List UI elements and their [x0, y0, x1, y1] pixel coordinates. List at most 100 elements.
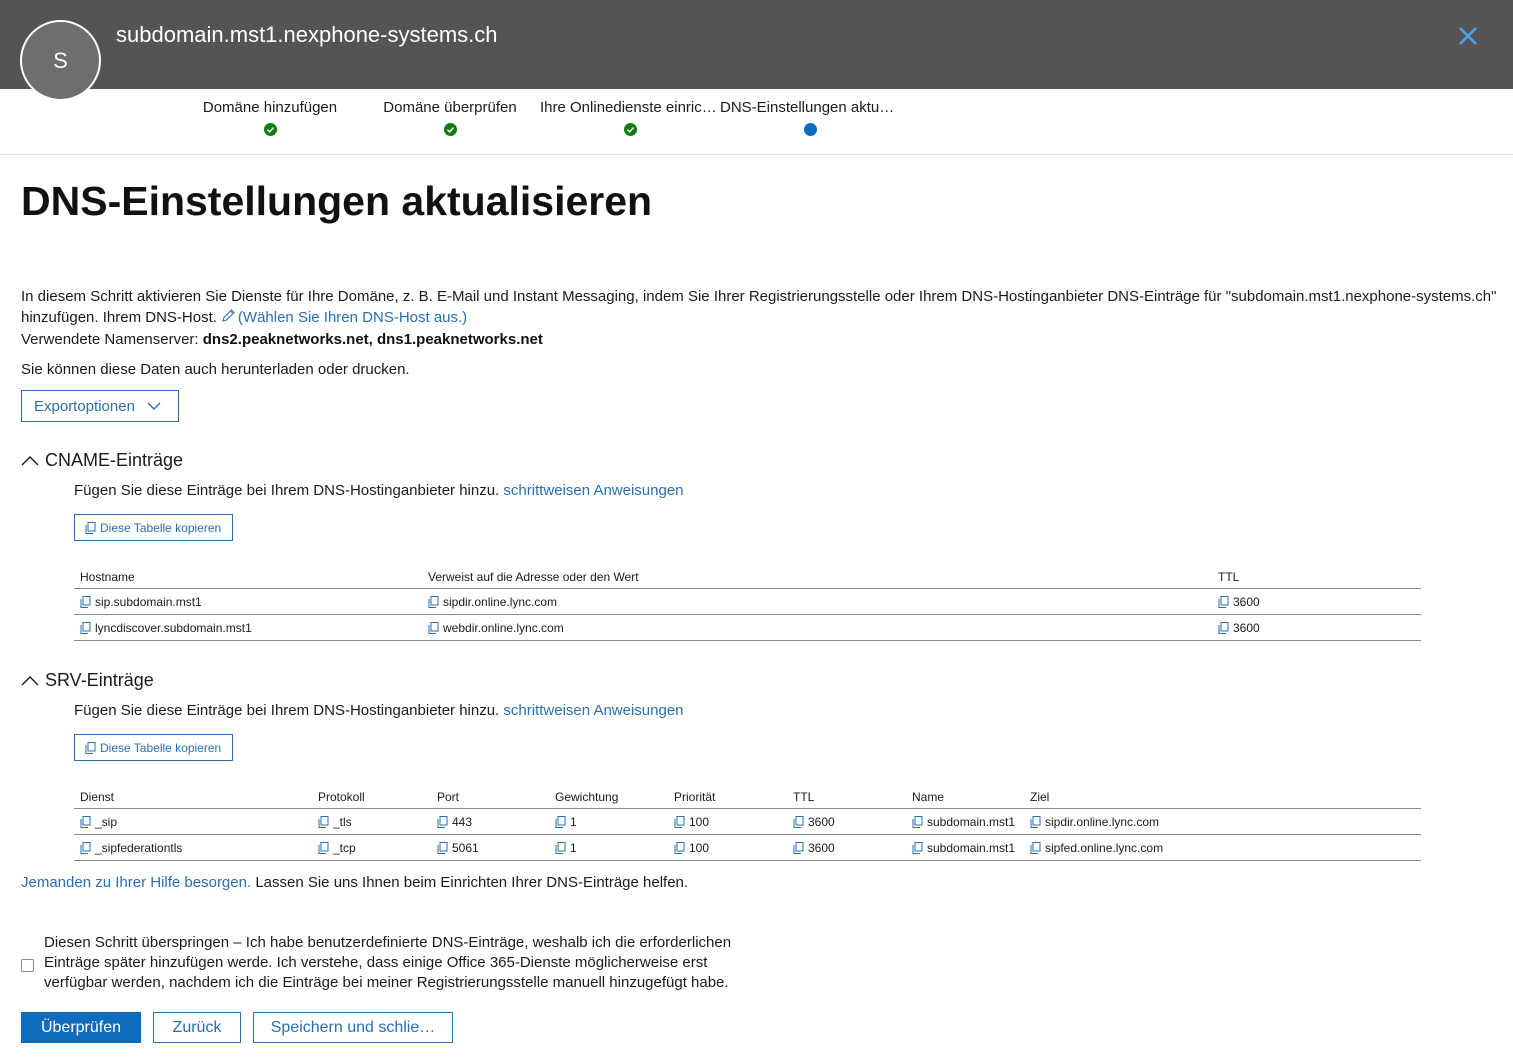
table-cell[interactable]: _tcp [318, 835, 356, 861]
export-options-label: Exportoptionen [34, 397, 135, 415]
copy-icon[interactable] [1218, 596, 1229, 608]
table-cell[interactable]: sipdir.online.lync.com [1030, 809, 1159, 835]
pencil-icon[interactable] [221, 308, 236, 323]
copy-icon[interactable] [912, 842, 923, 854]
export-options-dropdown[interactable]: Exportoptionen [21, 390, 179, 422]
cell-value: 3600 [808, 815, 835, 829]
cname-table: Hostname Verweist auf die Adresse oder d… [74, 562, 1421, 641]
save-close-button[interactable]: Speichern und schlie… [253, 1012, 453, 1043]
verify-button[interactable]: Überprüfen [21, 1012, 141, 1043]
copy-icon[interactable] [80, 596, 91, 608]
srv-copy-table-button[interactable]: Diese Tabelle kopieren [74, 734, 233, 761]
table-row: sip.subdomain.mst1 sipdir.online.lync.co… [74, 589, 1421, 615]
table-cell[interactable]: 100 [674, 835, 709, 861]
cname-instructions-link[interactable]: schrittweisen Anweisungen [503, 482, 683, 499]
table-cell[interactable]: 1 [555, 835, 577, 861]
step-label: DNS-Einstellungen aktualisieren [720, 99, 900, 116]
cell-value: 100 [689, 815, 710, 829]
back-button[interactable]: Zurück [153, 1012, 241, 1043]
copy-icon[interactable] [428, 622, 439, 634]
table-cell[interactable]: 5061 [437, 835, 479, 861]
panel-header: subdomain.mst1.nexphone-systems.ch [0, 0, 1513, 89]
copy-icon[interactable] [912, 816, 923, 828]
cell-value: subdomain.mst1 [927, 815, 1016, 829]
table-cell[interactable]: 443 [437, 809, 472, 835]
skip-step-checkbox[interactable] [21, 959, 34, 972]
srv-section-title: SRV-Einträge [45, 670, 154, 690]
cell-value: 1 [570, 815, 577, 829]
cell-value: 3600 [1233, 621, 1260, 635]
cell-value: sipdir.online.lync.com [1045, 815, 1160, 829]
chevron-up-icon [21, 676, 39, 686]
cname-copy-table-button[interactable]: Diese Tabelle kopieren [74, 514, 233, 541]
copy-table-label: Diese Tabelle kopieren [100, 740, 222, 755]
copy-icon[interactable] [555, 816, 566, 828]
table-cell[interactable]: 100 [674, 809, 709, 835]
cname-section-toggle[interactable]: CNAME-Einträge [21, 450, 183, 471]
chevron-down-icon [147, 402, 161, 410]
column-header: Ziel [1030, 789, 1050, 804]
cname-instruction: Fügen Sie diese Einträge bei Ihrem DNS-H… [74, 482, 684, 499]
copy-icon[interactable] [1030, 842, 1041, 854]
table-header-row: Dienst Protokoll Port Gewichtung Priorit… [74, 782, 1421, 809]
cell-value: _sipfederationtls [95, 841, 183, 855]
table-cell[interactable]: 3600 [793, 809, 835, 835]
copy-icon[interactable] [437, 842, 448, 854]
cell-value: _sip [95, 815, 118, 829]
table-cell[interactable]: lyncdiscover.subdomain.mst1 [80, 615, 252, 641]
cell-value: 5061 [452, 841, 479, 855]
cname-instruction-text: Fügen Sie diese Einträge bei Ihrem DNS-H… [74, 482, 500, 499]
copy-icon[interactable] [437, 816, 448, 828]
get-help-link[interactable]: Jemanden zu Ihrer Hilfe besorgen. [21, 874, 251, 891]
table-cell[interactable]: sipfed.online.lync.com [1030, 835, 1163, 861]
copy-icon[interactable] [80, 622, 91, 634]
copy-icon[interactable] [80, 842, 91, 854]
step-label: Domäne hinzufügen [202, 99, 338, 116]
table-row: _sip _tls 443 1 100 3600 subdomain.mst1 sipdir.… [74, 809, 1421, 835]
nameserver-value: dns2.peaknetworks.net, dns1.peaknetworks… [202, 331, 543, 348]
choose-dns-host-link[interactable]: (Wählen Sie Ihren DNS-Host aus.) [238, 309, 467, 326]
intro-line-1: In diesem Schritt aktivieren Sie Dienste… [21, 288, 1497, 305]
cname-section-title: CNAME-Einträge [45, 450, 184, 470]
copy-icon[interactable] [318, 842, 329, 854]
table-cell[interactable]: _sipfederationtls [80, 835, 182, 861]
copy-icon[interactable] [674, 842, 685, 854]
table-cell[interactable]: 3600 [793, 835, 835, 861]
close-button[interactable] [1454, 22, 1482, 50]
table-cell[interactable]: sipdir.online.lync.com [428, 589, 557, 615]
srv-instructions-link[interactable]: schrittweisen Anweisungen [503, 702, 683, 719]
copy-icon[interactable] [428, 596, 439, 608]
copy-icon[interactable] [318, 816, 329, 828]
step-verify-domain: Domäne überprüfen [360, 99, 540, 136]
cell-value: 443 [452, 815, 473, 829]
column-header: Priorität [674, 789, 716, 804]
table-cell[interactable]: subdomain.mst1 [912, 809, 1015, 835]
column-header: TTL [1218, 569, 1240, 584]
table-cell[interactable]: webdir.online.lync.com [428, 615, 564, 641]
copy-icon [85, 521, 96, 534]
table-cell[interactable]: sip.subdomain.mst1 [80, 589, 202, 615]
copy-icon[interactable] [674, 816, 685, 828]
copy-icon[interactable] [80, 816, 91, 828]
copy-icon[interactable] [1030, 816, 1041, 828]
table-row: _sipfederationtls _tcp 5061 1 100 3600 subdoma… [74, 835, 1421, 861]
close-icon [1459, 27, 1477, 45]
copy-icon[interactable] [1218, 622, 1229, 634]
current-step-dot-icon [803, 123, 817, 136]
table-cell[interactable]: 3600 [1218, 589, 1260, 615]
step-label: Domäne überprüfen [383, 99, 517, 116]
copy-icon[interactable] [555, 842, 566, 854]
table-cell[interactable]: subdomain.mst1 [912, 835, 1015, 861]
column-header: Port [437, 789, 460, 804]
copy-icon[interactable] [793, 842, 804, 854]
table-cell[interactable]: 3600 [1218, 615, 1260, 641]
srv-section-toggle[interactable]: SRV-Einträge [21, 670, 154, 691]
cell-value: 1 [570, 841, 577, 855]
table-cell[interactable]: _sip [80, 809, 117, 835]
cell-value: subdomain.mst1 [927, 841, 1016, 855]
copy-icon[interactable] [793, 816, 804, 828]
chevron-up-icon [21, 456, 39, 466]
cell-value: sipfed.online.lync.com [1045, 841, 1164, 855]
table-cell[interactable]: 1 [555, 809, 577, 835]
table-cell[interactable]: _tls [318, 809, 352, 835]
